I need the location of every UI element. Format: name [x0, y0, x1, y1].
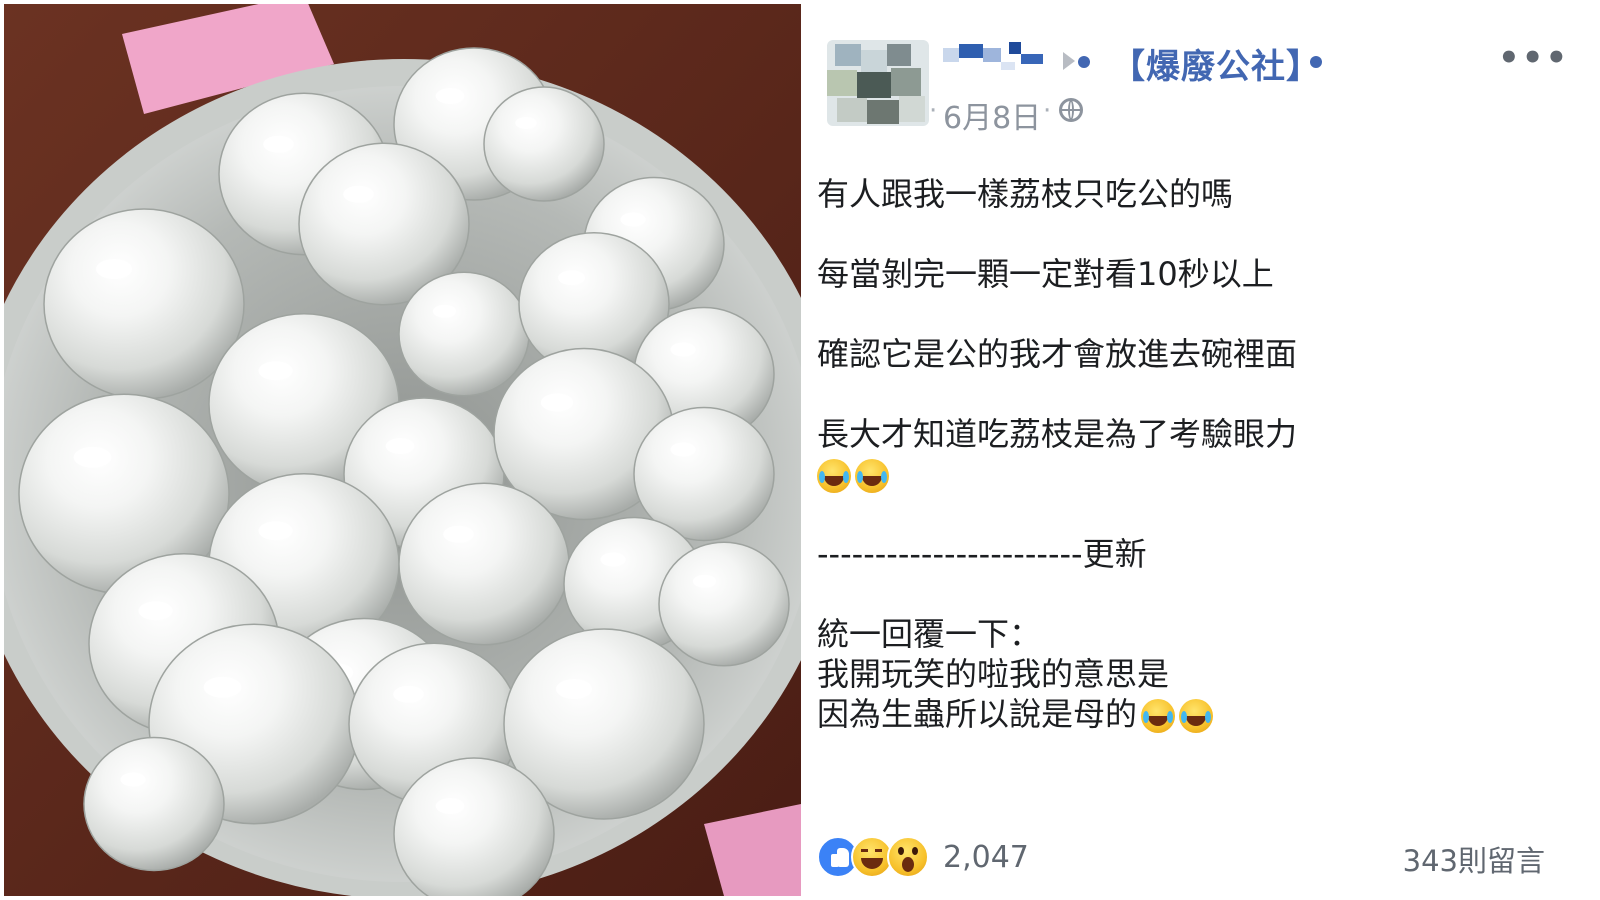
peeled-lychees-image	[4, 4, 801, 896]
lychee-highlight	[620, 212, 646, 227]
lychee	[43, 208, 245, 400]
group-name-link[interactable]: 【爆廢公社】	[1111, 39, 1321, 88]
rolling-on-floor-laughing-emoji-icon	[1179, 699, 1214, 733]
post-line: 每當剝完一顆一定對看10秒以上	[817, 255, 1274, 293]
comment-count-link[interactable]: 343則留言	[1403, 838, 1545, 880]
lychee-highlight	[138, 601, 173, 621]
lychee-highlight	[343, 185, 374, 203]
lychee-highlight	[670, 342, 696, 357]
lychee-highlight	[385, 438, 415, 454]
avatar[interactable]	[827, 40, 929, 126]
post-line: 統一回覆一下：	[817, 615, 1042, 653]
post-line-update: -----------------------更新	[817, 535, 1147, 573]
tears-of-joy-emoji-icon	[817, 459, 851, 493]
lychee-highlight	[435, 88, 465, 104]
emoji-line	[817, 454, 889, 494]
lychee-highlight	[258, 361, 293, 381]
tears-of-joy-emoji-icon	[855, 459, 889, 493]
post-line-last: 因為生蟲所以說是母的	[817, 694, 1214, 734]
globe-icon[interactable]	[1059, 98, 1083, 122]
lychee-highlight	[600, 552, 626, 567]
post-date[interactable]: 6月8日	[943, 93, 1041, 137]
lychee-highlight	[692, 574, 717, 588]
lychee-highlight	[515, 117, 537, 129]
post-line: 有人跟我一樣荔枝只吃公的嗎	[817, 175, 1234, 213]
group-dot-right-icon	[1310, 56, 1322, 68]
lychee-highlight	[203, 676, 242, 698]
post-line-text: 因為生蟲所以說是母的	[817, 695, 1138, 733]
lychee-highlight	[96, 259, 132, 279]
lychee-highlight	[432, 304, 457, 318]
lychee-highlight	[443, 525, 474, 543]
lychee	[398, 482, 570, 646]
lychee-highlight	[258, 521, 293, 541]
group-dot-left-icon	[1078, 56, 1090, 68]
lychee-highlight	[120, 772, 146, 787]
facebook-post: 【爆廢公社】 ••• · 6月8日 · 有人跟我一樣荔枝只吃公的嗎 每當剝完一顆…	[801, 0, 1600, 900]
lychee	[83, 736, 225, 872]
lychee-highlight	[263, 135, 294, 153]
post-line: 確認它是公的我才會放進去碗裡面	[817, 335, 1298, 373]
reaction-count: 2,047	[943, 840, 1029, 875]
meta-separator: ·	[929, 96, 938, 126]
meta-separator: ·	[1043, 96, 1052, 126]
post-photo[interactable]	[4, 4, 801, 896]
lychee	[658, 541, 790, 667]
lychee-highlight	[73, 446, 112, 468]
post-line: 長大才知道吃荔枝是為了考驗眼力	[817, 415, 1298, 453]
lychee-highlight	[540, 393, 574, 412]
lychee-highlight	[435, 798, 465, 814]
lychee	[483, 86, 605, 202]
lychee-highlight	[558, 270, 585, 286]
more-options-icon[interactable]: •••	[1498, 41, 1569, 75]
post-line: 我開玩笑的啦我的意思是	[817, 655, 1170, 693]
lychee-highlight	[393, 685, 424, 703]
wow-reaction-icon	[887, 836, 929, 878]
rolling-on-floor-laughing-emoji-icon	[1141, 699, 1176, 733]
lychee	[398, 271, 530, 397]
lychee-highlight	[670, 442, 696, 457]
lychee-highlight	[556, 679, 592, 699]
triangle-right-icon	[1063, 52, 1075, 70]
